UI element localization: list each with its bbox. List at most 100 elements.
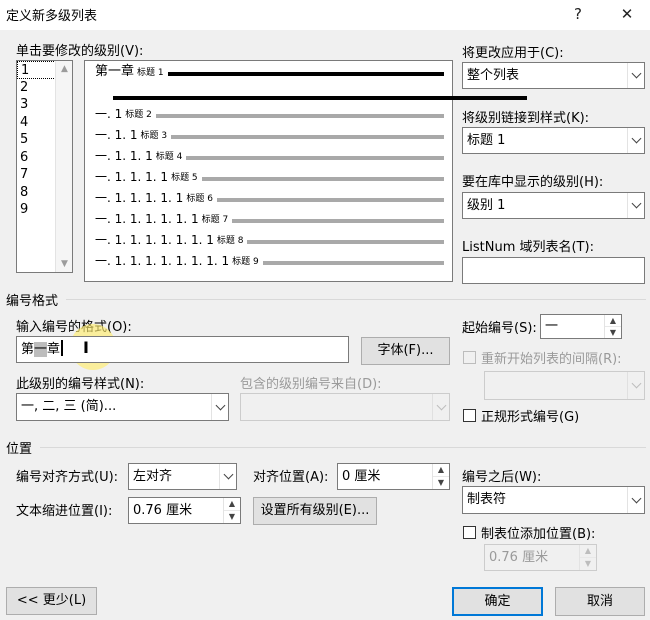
scroll-down-icon[interactable]: ▼ — [56, 259, 73, 269]
tab-stop-checkbox[interactable] — [463, 526, 476, 539]
preview-heading-label: 标题 8 — [216, 236, 244, 246]
chevron-down-icon[interactable] — [627, 128, 644, 153]
preview-number: 一. 1. 1. 1. 1. 1. 1. 1 — [95, 233, 214, 247]
preview-number: 一. 1 — [95, 107, 123, 121]
text-indent-value: 0.76 厘米 — [133, 503, 193, 518]
preview-row: 一. 1. 1. 1 标题 4 — [95, 149, 444, 163]
preview-row: 一. 1. 1. 1. 1. 1. 1. 1 标题 8 — [95, 233, 444, 247]
position-section-title: 位置 — [6, 442, 33, 457]
number-format-section-title: 编号格式 — [6, 294, 59, 309]
preview-text-line — [155, 114, 444, 118]
chevron-down-icon[interactable] — [219, 464, 236, 489]
preview-text-line — [171, 135, 444, 139]
levels-label: 单击要修改的级别(V): — [16, 44, 144, 59]
preview-heading-label: 标题 4 — [155, 152, 183, 162]
apply-to-label: 将更改应用于(C): — [462, 46, 564, 61]
preview-number: 一. 1. 1. 1. 1. 1. 1 — [95, 212, 199, 226]
number-style-select[interactable]: 一, 二, 三 (简)... — [16, 393, 229, 421]
preview-row: 一. 1. 1 标题 3 — [95, 128, 444, 142]
preview-heading-label: 标题 2 — [125, 110, 152, 120]
chevron-down-icon[interactable] — [627, 487, 644, 513]
spin-up-icon[interactable]: ▲ — [580, 545, 596, 558]
chevron-down-icon[interactable] — [627, 372, 644, 399]
format-text-after: 章 — [47, 342, 61, 357]
start-at-label: 起始编号(S): — [462, 321, 537, 336]
less-button[interactable]: << 更少(L) — [6, 587, 97, 615]
preview-pane: 第一章 标题 1 一. 1 标题 2 一. 1. 1 标题 3 一. 1. 1. 1 标题 4… — [84, 60, 527, 282]
follow-number-value: 制表符 — [467, 492, 507, 507]
dialog-title: 定义新多级列表 — [6, 9, 98, 24]
preview-row: 一. 1. 1. 1. 1. 1. 1. 1. 1 标题 9 — [95, 254, 444, 268]
preview-text-line — [167, 72, 444, 76]
section-divider — [40, 447, 646, 448]
align-label: 编号对齐方式(U): — [16, 470, 119, 485]
style-label: 此级别的编号样式(N): — [16, 377, 145, 392]
spin-down-icon[interactable]: ▼ — [580, 558, 596, 571]
preview-heading-label: 标题 6 — [186, 194, 213, 204]
level-list-scrollbar[interactable]: ▲ ▼ — [55, 61, 72, 272]
help-icon[interactable]: ? — [566, 3, 590, 25]
preview-row: 第一章 标题 1 — [95, 65, 444, 79]
close-icon[interactable]: ✕ — [615, 3, 639, 25]
number-style-value: 一, 二, 三 (简)... — [21, 399, 117, 414]
include-level-label: 包含的级别编号来自(D): — [240, 377, 382, 392]
tab-stop-value: 0.76 厘米 — [489, 550, 549, 565]
legal-style-checkbox[interactable] — [463, 409, 476, 422]
link-style-select[interactable]: 标题 1 — [462, 127, 645, 154]
follow-number-select[interactable]: 制表符 — [462, 486, 645, 514]
spin-up-icon[interactable]: ▲ — [433, 464, 449, 477]
include-level-select[interactable] — [240, 393, 450, 421]
font-button[interactable]: 字体(F)... — [361, 337, 450, 365]
chevron-down-icon[interactable] — [627, 193, 644, 218]
align-at-spinner[interactable]: 0 厘米 ▲ ▼ — [337, 463, 450, 490]
title-bar — [0, 0, 650, 30]
chevron-down-icon[interactable] — [432, 394, 449, 420]
preview-heading-label: 标题 1 — [137, 68, 164, 78]
preview-row: 一. 1. 1. 1. 1 标题 5 — [95, 170, 444, 184]
format-text-before: 第 — [21, 342, 35, 357]
alignment-select[interactable]: 左对齐 — [128, 463, 237, 490]
tab-stop-label: 制表位添加位置(B): — [481, 527, 596, 542]
section-divider — [66, 299, 646, 300]
alignment-value: 左对齐 — [133, 469, 173, 484]
indent-label: 文本缩进位置(I): — [16, 504, 113, 519]
preview-heading-label: 标题 5 — [171, 173, 198, 183]
apply-to-value: 整个列表 — [467, 68, 520, 83]
preview-text-line — [232, 219, 444, 223]
link-style-label: 将级别链接到样式(K): — [462, 111, 590, 126]
ok-button[interactable]: 确定 — [452, 587, 543, 616]
preview-number: 一. 1. 1. 1. 1. 1. 1. 1. 1 — [95, 254, 230, 268]
spin-down-icon[interactable]: ▼ — [224, 511, 240, 524]
preview-number: 一. 1. 1. 1. 1. 1 — [95, 191, 184, 205]
spin-up-icon[interactable]: ▲ — [605, 315, 621, 327]
format-field-code: 一 — [34, 342, 48, 357]
restart-after-checkbox[interactable] — [463, 351, 476, 364]
cancel-button[interactable]: 取消 — [555, 587, 645, 616]
spin-down-icon[interactable]: ▼ — [433, 477, 449, 490]
set-all-levels-button[interactable]: 设置所有级别(E)... — [253, 497, 377, 525]
preview-number: 一. 1. 1. 1 — [95, 149, 153, 163]
preview-number: 第一章 — [95, 64, 135, 79]
apply-to-select[interactable]: 整个列表 — [462, 62, 645, 89]
gallery-level-value: 级别 1 — [467, 198, 506, 213]
restart-after-select[interactable] — [484, 371, 645, 400]
preview-heading-label: 标题 3 — [140, 131, 168, 141]
start-at-spinner[interactable]: 一 ▲ ▼ — [540, 314, 622, 339]
scroll-up-icon[interactable]: ▲ — [56, 64, 73, 74]
chevron-down-icon[interactable] — [211, 394, 228, 420]
number-format-input[interactable]: 第一章 I — [16, 336, 349, 363]
spin-up-icon[interactable]: ▲ — [224, 498, 240, 511]
preview-heading1-second-line — [113, 96, 527, 100]
align-at-value: 0 厘米 — [342, 469, 381, 484]
text-indent-spinner[interactable]: 0.76 厘米 ▲ ▼ — [128, 497, 241, 524]
ibeam-cursor-icon: I — [83, 338, 89, 357]
spin-down-icon[interactable]: ▼ — [605, 327, 621, 339]
level-list[interactable]: 123456789 ▲ ▼ — [16, 60, 73, 273]
gallery-level-select[interactable]: 级别 1 — [462, 192, 645, 219]
listnum-input[interactable] — [462, 257, 645, 284]
tab-stop-spinner[interactable]: 0.76 厘米 ▲ ▼ — [484, 544, 597, 571]
chevron-down-icon[interactable] — [627, 63, 644, 88]
preview-row: 一. 1 标题 2 — [95, 107, 444, 121]
preview-heading-label: 标题 7 — [201, 215, 229, 225]
preview-text-line — [262, 261, 444, 265]
